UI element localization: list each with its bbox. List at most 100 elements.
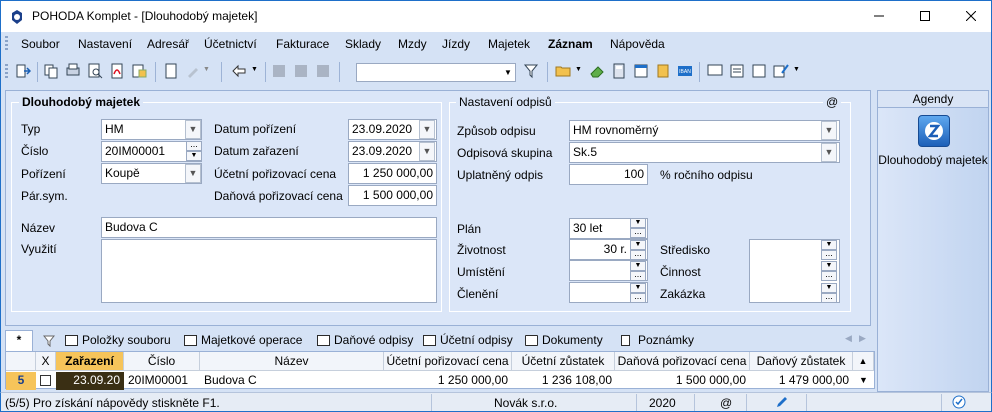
chevron-down-icon[interactable]: ▼ xyxy=(185,164,201,183)
at-icon[interactable]: @ xyxy=(823,95,842,109)
menu-ucetnictvi[interactable]: Účetnictví xyxy=(204,37,257,51)
tab-scroll-right-icon[interactable]: ▶ xyxy=(859,333,866,344)
status-at[interactable]: @ xyxy=(720,396,732,410)
table-header-danova-cena[interactable]: Daňová pořizovací cena xyxy=(615,352,750,371)
save-as-icon[interactable] xyxy=(293,63,309,79)
chevron-down-icon[interactable]: ▼ xyxy=(419,120,435,139)
uplatneny-field[interactable]: 100 xyxy=(569,164,648,185)
tab-poznamky[interactable]: Poznámky xyxy=(618,331,694,351)
table-header-ucetni-zustatek[interactable]: Účetní zůstatek xyxy=(512,352,615,371)
toolbar-separator xyxy=(37,62,38,82)
edit-icon[interactable] xyxy=(185,63,201,79)
row-checkbox[interactable] xyxy=(40,372,52,390)
menu-zaznam[interactable]: Záznam xyxy=(548,37,593,51)
table-header-cislo[interactable]: Číslo xyxy=(124,352,200,371)
detail-tabs: * Položky souboru Majetkové operace Daňo… xyxy=(5,329,875,351)
minimize-icon[interactable] xyxy=(856,1,902,32)
menu-fakturace[interactable]: Fakturace xyxy=(276,37,329,51)
danova-cena-field[interactable]: 1 500 000,00 xyxy=(348,185,437,206)
table-header-zarazeni[interactable]: Zařazení xyxy=(56,352,124,371)
folder-dropdown-icon[interactable]: ▼ xyxy=(575,66,582,73)
pohoda-app-icon[interactable] xyxy=(9,9,25,25)
currency-icon[interactable] xyxy=(655,63,671,79)
save-icon[interactable] xyxy=(271,63,287,79)
ellipsis-icon[interactable]: ... xyxy=(821,292,837,303)
ellipsis-icon[interactable]: ... xyxy=(186,140,202,151)
ellipsis-icon[interactable]: ... xyxy=(630,227,646,238)
settings-dropdown-icon[interactable]: ▼ xyxy=(793,66,800,73)
eraser-icon[interactable] xyxy=(589,63,605,79)
agenda-item-dlouhodoby-majetek[interactable]: Dlouhodobý majetek xyxy=(878,153,988,168)
export-icon[interactable] xyxy=(131,63,147,79)
tab-scroll-left-icon[interactable]: ◀ xyxy=(845,333,852,344)
tab-danove-odpisy[interactable]: Daňové odpisy xyxy=(314,331,413,351)
new-record-icon[interactable] xyxy=(163,63,179,79)
message-icon[interactable] xyxy=(707,63,723,79)
menu-jizdy[interactable]: Jízdy xyxy=(442,37,470,51)
calendar-icon[interactable] xyxy=(633,63,649,79)
ellipsis-icon[interactable]: ... xyxy=(821,270,837,281)
print-preview-icon[interactable] xyxy=(65,63,81,79)
zpusob-field[interactable]: HM rovnoměrný xyxy=(569,120,840,141)
report-icon[interactable] xyxy=(751,63,767,79)
delete-icon[interactable] xyxy=(315,63,331,79)
cinnost-label: Činnost xyxy=(660,265,701,279)
ellipsis-icon[interactable]: ... xyxy=(630,292,646,303)
back-arrow-icon[interactable] xyxy=(231,63,247,79)
ellipsis-icon[interactable]: ... xyxy=(821,249,837,260)
menu-sklady[interactable]: Sklady xyxy=(345,37,381,51)
table-header-nazev[interactable]: Název xyxy=(200,352,384,371)
menu-nastaveni[interactable]: Nastavení xyxy=(78,37,132,51)
row-index: 5 xyxy=(6,372,36,390)
menu-napoveda[interactable]: Nápověda xyxy=(610,37,665,51)
menu-mzdy[interactable]: Mzdy xyxy=(398,37,427,51)
tab-ucetni-odpisy[interactable]: Účetní odpisy xyxy=(420,331,513,351)
menu-grip[interactable] xyxy=(5,36,8,52)
table-header-ucetni-cena[interactable]: Účetní pořizovací cena xyxy=(384,352,512,371)
copy-icon[interactable] xyxy=(43,63,59,79)
menu-soubor[interactable]: Soubor xyxy=(21,37,60,51)
filter-icon[interactable] xyxy=(43,335,55,347)
list-icon[interactable] xyxy=(729,63,745,79)
chevron-down-icon[interactable]: ▼ xyxy=(501,64,515,81)
calculator-icon[interactable] xyxy=(611,63,627,79)
tab-polozky-souboru[interactable]: Položky souboru xyxy=(62,331,171,351)
menu-majetek[interactable]: Majetek xyxy=(488,37,530,51)
chevron-down-icon[interactable]: ▼ xyxy=(419,142,435,161)
preview-icon[interactable] xyxy=(87,63,103,79)
agendy-header: Agendy xyxy=(878,91,988,108)
filter-icon[interactable] xyxy=(523,63,539,79)
scroll-up-icon[interactable]: ▲ xyxy=(853,352,874,371)
skupina-field[interactable]: Sk.5 xyxy=(569,142,840,163)
table-header-danovy-zustatek[interactable]: Daňový zůstatek xyxy=(750,352,853,371)
chevron-down-icon[interactable]: ▼ xyxy=(821,121,837,140)
tab-dokumenty[interactable]: Dokumenty xyxy=(522,331,603,351)
chevron-down-icon[interactable]: ▼ xyxy=(821,143,837,162)
edit-pencil-icon[interactable] xyxy=(775,395,789,409)
tab-majetkove-operace[interactable]: Majetkové operace xyxy=(181,331,302,351)
folder-icon[interactable] xyxy=(555,63,571,79)
nazev-field[interactable]: Budova C xyxy=(101,217,437,238)
table-header-x[interactable]: X xyxy=(36,352,56,371)
settings-wand-icon[interactable] xyxy=(773,63,789,79)
pdf-icon[interactable] xyxy=(109,63,125,79)
ellipsis-icon[interactable]: ... xyxy=(630,249,646,260)
close-icon[interactable] xyxy=(948,1,992,32)
quick-search-combo[interactable]: ▼ xyxy=(356,63,516,82)
toolbar-grip[interactable] xyxy=(5,64,8,80)
maximize-icon[interactable] xyxy=(902,1,948,32)
chevron-down-icon[interactable]: ▼ xyxy=(185,120,201,139)
tab-all[interactable]: * xyxy=(5,330,33,351)
asset-icon[interactable] xyxy=(918,115,950,147)
edit-dropdown-icon[interactable]: ▼ xyxy=(203,66,210,73)
ellipsis-icon[interactable]: ... xyxy=(630,270,646,281)
scroll-down-icon[interactable]: ▼ xyxy=(853,372,874,390)
vyuziti-field[interactable] xyxy=(101,239,437,303)
ucetni-cena-field[interactable]: 1 250 000,00 xyxy=(348,163,437,184)
exit-icon[interactable] xyxy=(15,63,31,79)
iban-icon[interactable]: IBAN xyxy=(677,63,693,79)
back-dropdown-icon[interactable]: ▼ xyxy=(251,66,258,73)
check-circle-icon[interactable] xyxy=(952,395,966,409)
number-series-dropdown-icon[interactable]: ▼ xyxy=(186,151,202,161)
menu-adresar[interactable]: Adresář xyxy=(147,37,189,51)
